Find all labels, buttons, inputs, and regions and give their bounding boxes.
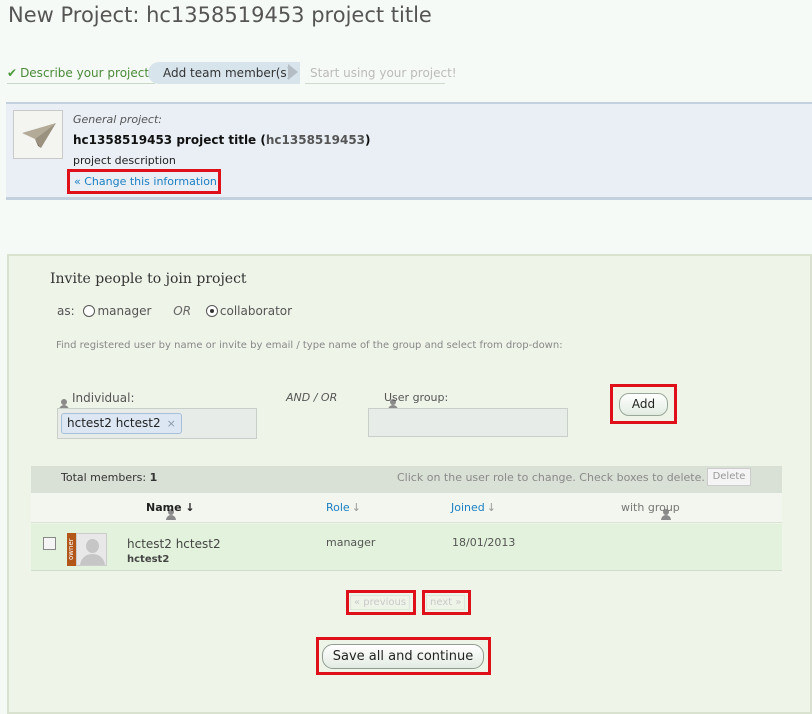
column-joined-header[interactable]: Joined ↓: [451, 501, 496, 514]
sort-arrow-icon: ↓: [486, 501, 496, 514]
column-name-header[interactable]: Name ↓: [146, 501, 195, 514]
step-describe-project[interactable]: ✔ Describe your project: [7, 62, 156, 84]
total-members: Total members: 1: [61, 471, 157, 484]
and-or-label: AND / OR: [286, 391, 338, 404]
step-add-team-members: Add team member(s): [148, 62, 300, 84]
next-page-link[interactable]: next »: [426, 595, 466, 610]
paper-plane-icon: [22, 123, 56, 148]
page-title: New Project: hc1358519453 project title: [8, 3, 432, 27]
total-count: 1: [149, 471, 158, 484]
member-joined: 18/01/2013: [452, 536, 516, 549]
owner-badge: owner: [67, 533, 76, 566]
total-label: Total members:: [61, 471, 147, 484]
previous-page-link[interactable]: « previous: [350, 595, 411, 610]
delete-button[interactable]: Delete: [707, 468, 751, 486]
as-label: as:: [57, 304, 75, 318]
selected-user-chip[interactable]: hctest2 hctest2 ×: [61, 413, 182, 434]
step-start-using: Start using your project!: [305, 62, 457, 84]
member-role[interactable]: manager: [326, 536, 375, 549]
column-name-label: Name: [146, 501, 182, 514]
member-username: hctest2: [127, 554, 170, 565]
member-name: hctest2 hctest2: [127, 537, 221, 551]
project-title: hc1358519453 project title (hc1358519453…: [73, 133, 371, 147]
checkmark-icon: ✔: [7, 66, 18, 80]
project-code: hc1358519453: [265, 133, 366, 147]
radio-collaborator[interactable]: [205, 305, 218, 317]
remove-chip-icon[interactable]: ×: [167, 417, 176, 430]
project-type-label: General project:: [73, 113, 162, 126]
sort-arrow-icon: ↓: [351, 501, 361, 514]
add-button[interactable]: Add: [619, 393, 668, 416]
user-group-label: User group:: [384, 391, 449, 404]
project-title-text: hc1358519453 project title: [73, 133, 257, 147]
or-label: OR: [173, 304, 192, 318]
project-description: project description: [73, 154, 176, 167]
column-joined-label: Joined: [451, 501, 485, 514]
column-group-header: with group: [621, 501, 680, 514]
invite-title: Invite people to join project: [50, 271, 247, 287]
individual-label: Individual:: [72, 391, 135, 405]
radio-collaborator-label[interactable]: collaborator: [220, 304, 292, 318]
radio-manager[interactable]: [83, 305, 96, 317]
step-arrow-icon: [288, 64, 298, 80]
invite-hint: Find registered user by name or invite b…: [56, 340, 563, 351]
project-thumbnail: [13, 110, 63, 159]
column-role-header[interactable]: Role ↓: [326, 501, 361, 514]
change-information-link[interactable]: « Change this information: [67, 169, 221, 194]
save-and-continue-button[interactable]: Save all and continue: [322, 644, 484, 669]
role-selector: as: manager OR collaborator: [57, 304, 292, 318]
chip-label: hctest2 hctest2: [67, 416, 161, 430]
radio-manager-label[interactable]: manager: [97, 304, 151, 318]
column-role-label: Role: [326, 501, 350, 514]
members-hint: Click on the user role to change. Check …: [397, 471, 705, 484]
member-checkbox[interactable]: [43, 537, 56, 550]
avatar: [76, 533, 107, 566]
step-label: Describe your project: [20, 66, 150, 80]
user-group-input[interactable]: [368, 408, 568, 437]
sort-down-arrow-icon: ↓: [181, 501, 195, 514]
